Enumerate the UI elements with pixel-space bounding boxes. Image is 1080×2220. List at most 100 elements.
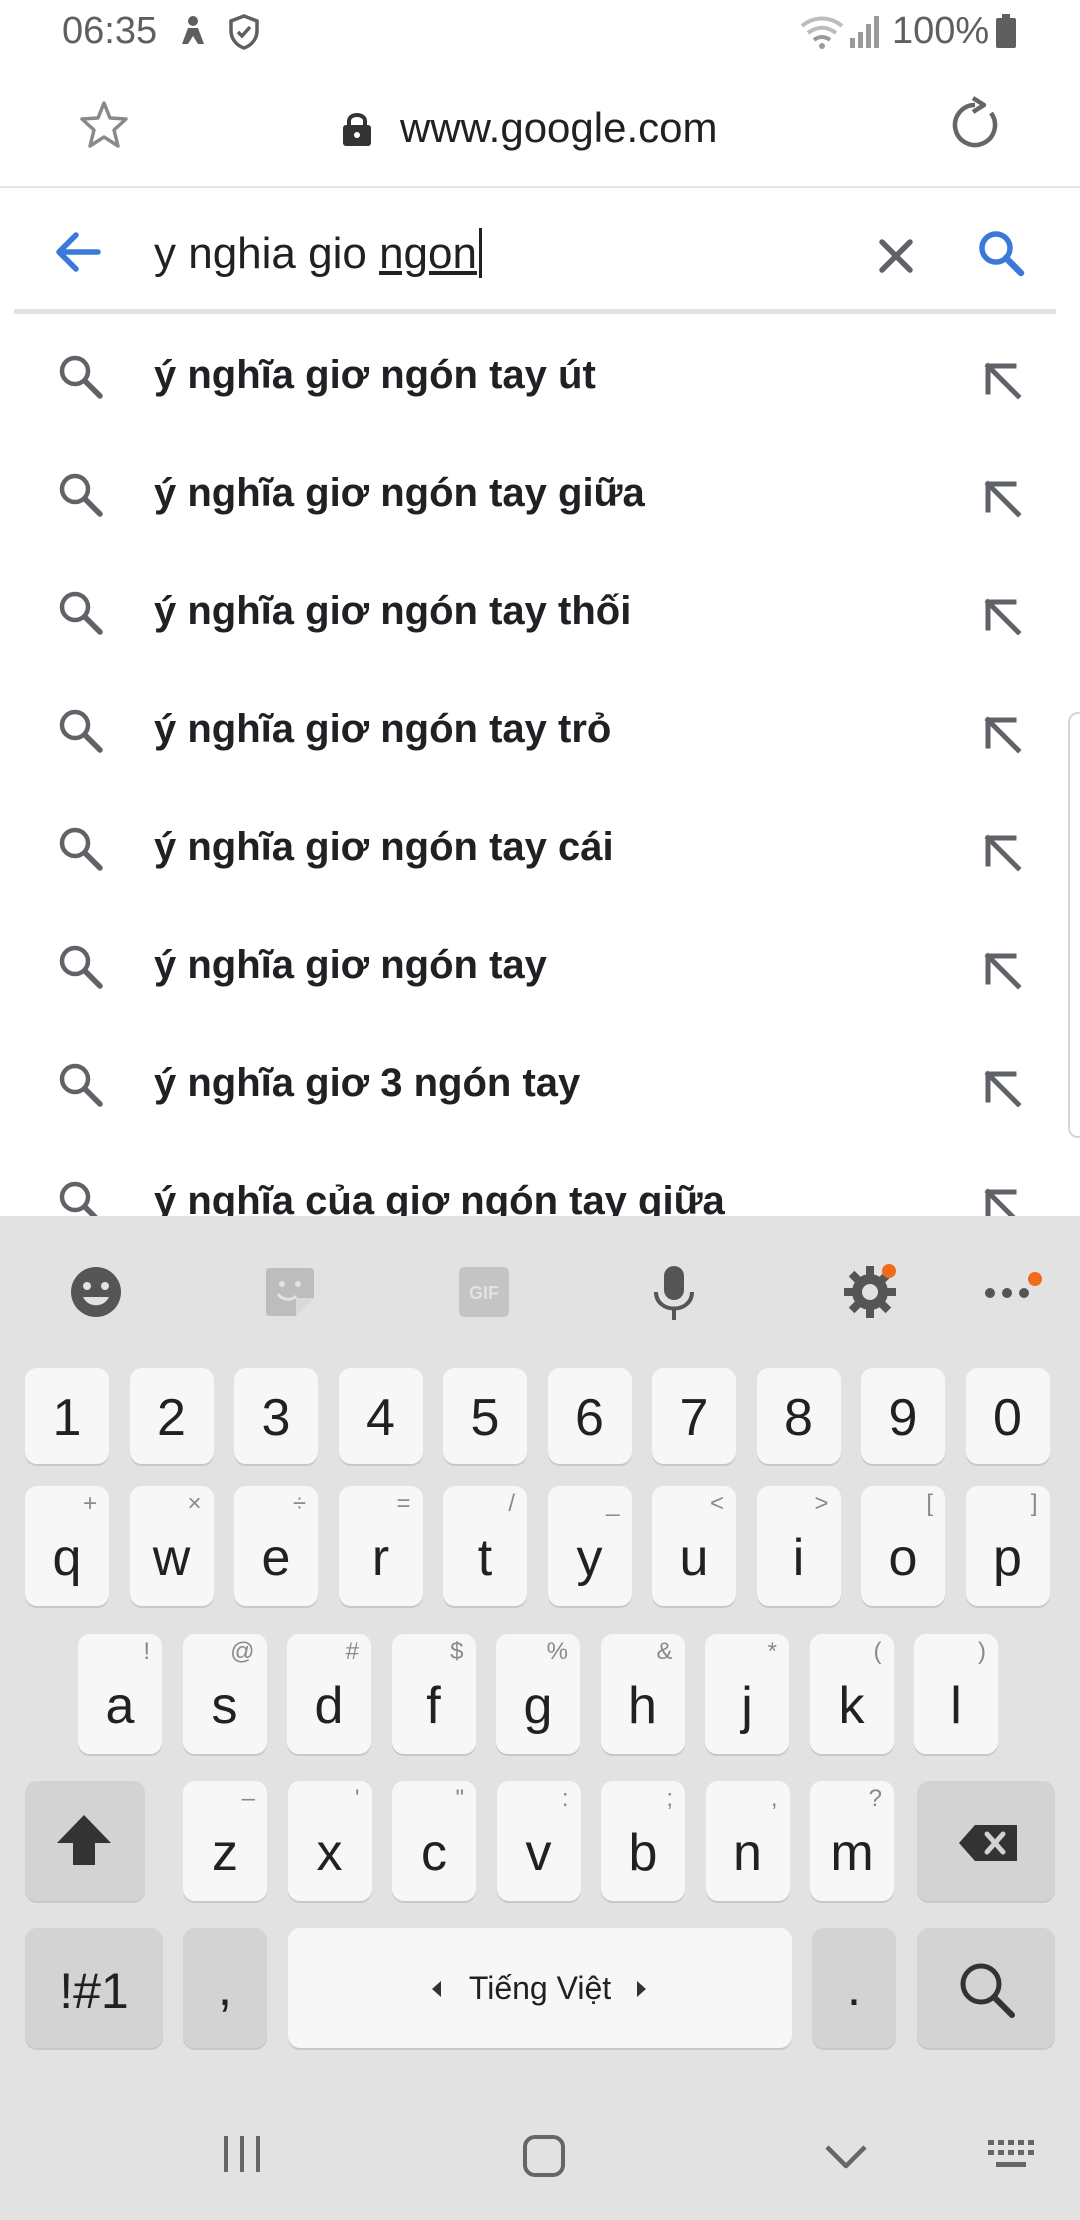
clear-icon[interactable] bbox=[876, 236, 916, 281]
key-label: e bbox=[261, 1529, 291, 1587]
fill-arrow-icon[interactable] bbox=[980, 830, 1024, 879]
key-label: i bbox=[792, 1529, 805, 1587]
key-p[interactable]: p] bbox=[965, 1486, 1050, 1606]
space-key[interactable]: Tiếng Việt bbox=[288, 1928, 792, 2048]
key-7[interactable]: 7 bbox=[652, 1368, 736, 1464]
language-left-icon bbox=[432, 1981, 441, 1997]
key-c[interactable]: c " bbox=[392, 1781, 476, 1901]
home-icon[interactable] bbox=[522, 2134, 566, 2183]
search-key[interactable] bbox=[917, 1928, 1055, 2048]
key-o[interactable]: o[ bbox=[861, 1486, 945, 1606]
key-4[interactable]: 4 bbox=[338, 1368, 423, 1464]
key-8[interactable]: 8 bbox=[756, 1368, 841, 1464]
key-6[interactable]: 6 bbox=[547, 1368, 632, 1464]
microphone-icon[interactable] bbox=[652, 1264, 696, 1329]
key-label: 6 bbox=[575, 1389, 604, 1447]
key-r[interactable]: r = bbox=[338, 1486, 423, 1606]
settings-notification-dot bbox=[882, 1264, 896, 1278]
key-h[interactable]: h & bbox=[600, 1634, 685, 1754]
back-arrow-icon[interactable] bbox=[54, 230, 102, 279]
key-w[interactable]: w × bbox=[129, 1486, 214, 1606]
key-hint: < bbox=[709, 1490, 724, 1517]
fill-arrow-icon[interactable] bbox=[980, 1066, 1024, 1115]
emoji-icon[interactable] bbox=[68, 1264, 124, 1325]
key-f[interactable]: f $ bbox=[391, 1634, 476, 1754]
key-9[interactable]: 9 bbox=[861, 1368, 945, 1464]
suggestion-item[interactable]: ý nghĩa giơ ngón tay trỏ bbox=[0, 672, 1080, 790]
key-label: 0 bbox=[993, 1389, 1022, 1447]
key-n[interactable]: n, bbox=[705, 1781, 790, 1901]
key-label: . bbox=[846, 1959, 862, 2017]
sticker-icon[interactable] bbox=[262, 1264, 318, 1325]
fill-arrow-icon[interactable] bbox=[980, 358, 1024, 407]
key-hint: " bbox=[455, 1785, 464, 1812]
backspace-key[interactable] bbox=[917, 1781, 1055, 1901]
fill-arrow-icon[interactable] bbox=[980, 476, 1024, 525]
gif-icon[interactable]: GIF bbox=[456, 1264, 512, 1325]
lock-icon bbox=[340, 110, 374, 153]
suggestion-item[interactable]: ý nghĩa giơ ngón tay út bbox=[0, 318, 1080, 436]
language-right-icon bbox=[637, 1981, 646, 1997]
fill-arrow-icon[interactable] bbox=[980, 712, 1024, 761]
period-key[interactable]: . bbox=[812, 1928, 896, 2048]
reload-icon[interactable] bbox=[946, 96, 1004, 159]
key-a[interactable]: a! bbox=[78, 1634, 162, 1754]
key-d[interactable]: d # bbox=[287, 1634, 371, 1754]
key-0[interactable]: 0 bbox=[965, 1368, 1050, 1464]
suggestion-item[interactable]: ý nghĩa giơ ngón tay giữa bbox=[0, 436, 1080, 554]
star-icon[interactable] bbox=[78, 100, 130, 155]
recent-apps-icon[interactable] bbox=[222, 2134, 262, 2179]
key-label: 9 bbox=[888, 1389, 918, 1447]
wifi-icon bbox=[798, 14, 846, 55]
url-text[interactable]: www.google.com bbox=[400, 104, 717, 152]
key-b[interactable]: b; bbox=[601, 1781, 685, 1901]
key-j[interactable]: j * bbox=[705, 1634, 789, 1754]
keyboard-switch-icon[interactable] bbox=[986, 2136, 1038, 2181]
suggestion-item[interactable]: ý nghĩa giơ 3 ngón tay bbox=[0, 1026, 1080, 1144]
search-icon bbox=[56, 470, 104, 523]
key-label: k bbox=[838, 1677, 865, 1735]
more-icon[interactable] bbox=[984, 1286, 1030, 1305]
key-label: n bbox=[733, 1824, 762, 1882]
key-label: x bbox=[316, 1824, 343, 1882]
key-i[interactable]: i > bbox=[756, 1486, 841, 1606]
key-q[interactable]: q + bbox=[25, 1486, 109, 1606]
backspace-icon bbox=[959, 1825, 1017, 1861]
key-5[interactable]: 5 bbox=[443, 1368, 527, 1464]
suggestion-item[interactable]: ý nghĩa của giơ ngón tay giữa bbox=[0, 1144, 1080, 1216]
hide-keyboard-icon[interactable] bbox=[824, 2144, 868, 2175]
search-input[interactable]: y nghia gio ngon bbox=[154, 228, 482, 279]
fill-arrow-icon[interactable] bbox=[980, 1184, 1024, 1216]
key-z[interactable]: z – bbox=[183, 1781, 267, 1901]
fill-arrow-icon[interactable] bbox=[980, 594, 1024, 643]
key-1[interactable]: 1 bbox=[25, 1368, 109, 1464]
symbols-key[interactable]: !#1 bbox=[25, 1928, 163, 2048]
shift-key[interactable] bbox=[25, 1781, 145, 1901]
key-y[interactable]: y _ bbox=[547, 1486, 632, 1606]
key-e[interactable]: e ÷ bbox=[234, 1486, 318, 1606]
fill-arrow-icon[interactable] bbox=[980, 948, 1024, 997]
key-2[interactable]: 2 bbox=[129, 1368, 214, 1464]
key-u[interactable]: u < bbox=[652, 1486, 736, 1606]
key-x[interactable]: x ' bbox=[287, 1781, 372, 1901]
key-g[interactable]: g% bbox=[496, 1634, 580, 1754]
url-bar: www.google.com bbox=[0, 66, 1080, 188]
search-icon[interactable] bbox=[976, 228, 1026, 283]
key-v[interactable]: v: bbox=[496, 1781, 581, 1901]
suggestion-item[interactable]: ý nghĩa giơ ngón tay thối bbox=[0, 554, 1080, 672]
key-3[interactable]: 3 bbox=[234, 1368, 318, 1464]
scroll-handle[interactable] bbox=[1068, 712, 1080, 1138]
key-label: q bbox=[52, 1529, 82, 1587]
comma-key[interactable]: , bbox=[183, 1928, 267, 2048]
key-s[interactable]: s @ bbox=[182, 1634, 267, 1754]
key-label: 4 bbox=[366, 1389, 395, 1447]
shield-icon bbox=[228, 14, 260, 55]
svg-text:GIF: GIF bbox=[469, 1283, 499, 1303]
key-l[interactable]: l) bbox=[914, 1634, 998, 1754]
key-k[interactable]: k( bbox=[809, 1634, 894, 1754]
key-label: 5 bbox=[470, 1389, 500, 1447]
suggestion-item[interactable]: ý nghĩa giơ ngón tay bbox=[0, 908, 1080, 1026]
suggestion-item[interactable]: ý nghĩa giơ ngón tay cái bbox=[0, 790, 1080, 908]
key-t[interactable]: t / bbox=[443, 1486, 527, 1606]
key-m[interactable]: m? bbox=[810, 1781, 894, 1901]
